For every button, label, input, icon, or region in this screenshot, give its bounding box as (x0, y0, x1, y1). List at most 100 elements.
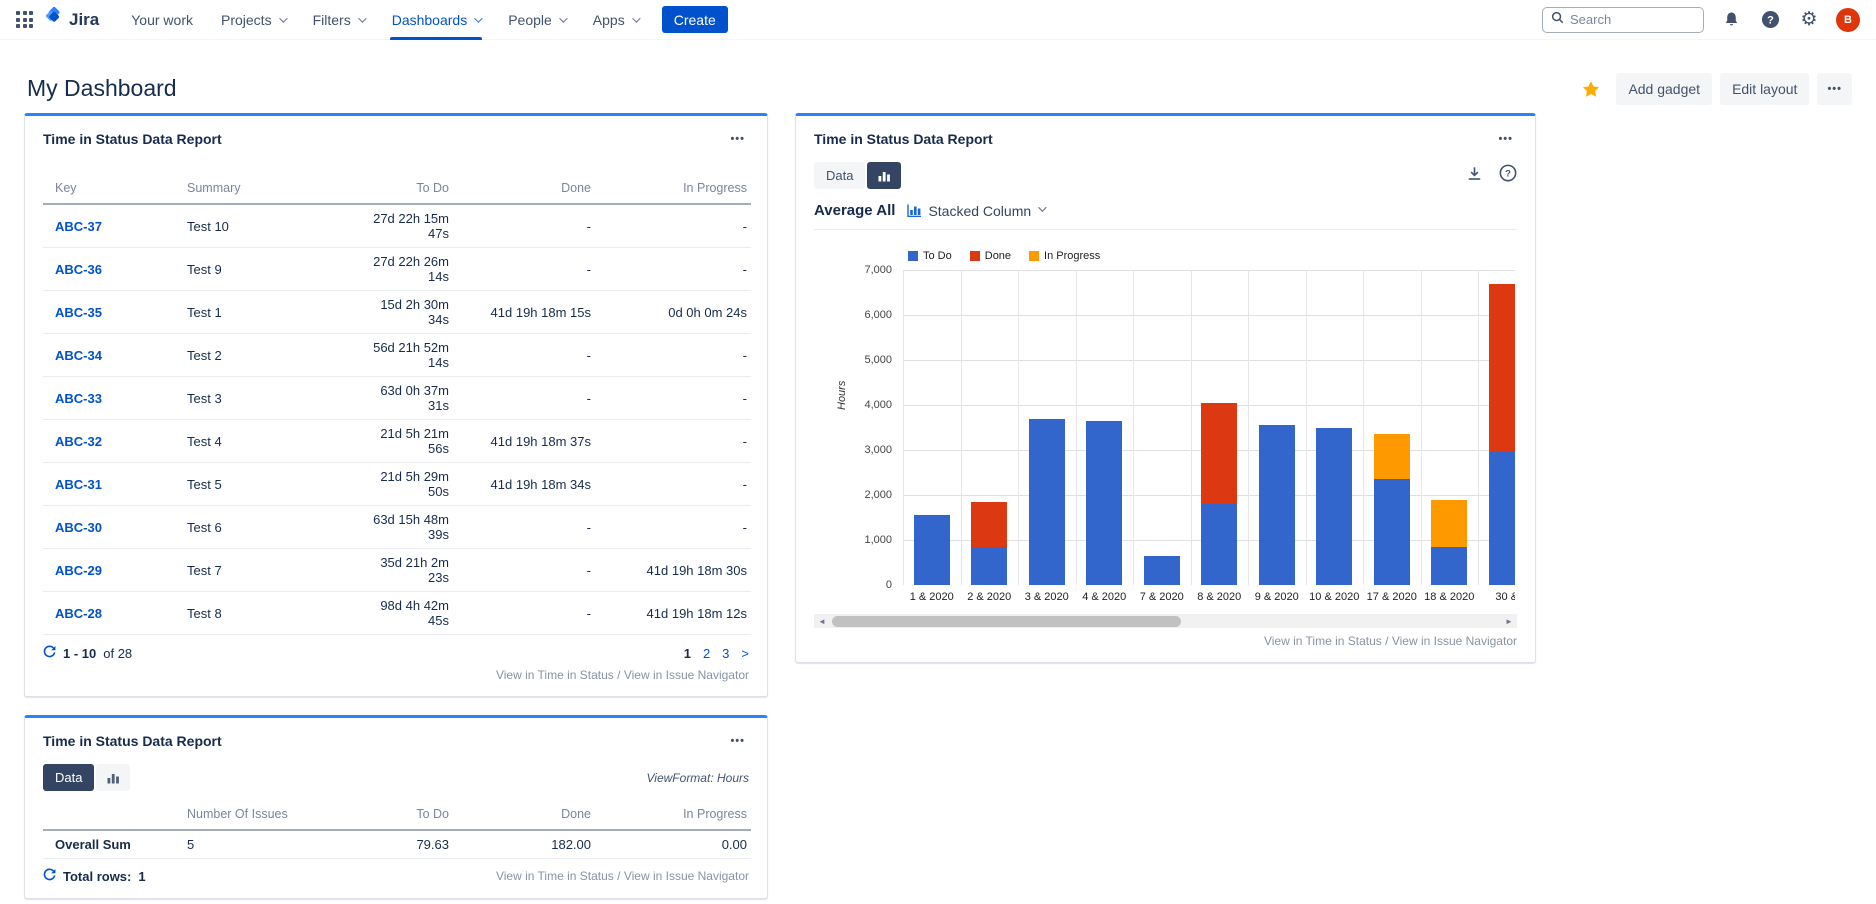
chart-view-toggle[interactable] (96, 764, 130, 791)
bar-segment[interactable] (971, 547, 1007, 585)
refresh-icon[interactable] (43, 868, 56, 884)
issue-key-link[interactable]: ABC-28 (55, 606, 102, 621)
bar-segment[interactable] (1029, 419, 1065, 586)
refresh-icon[interactable] (43, 645, 56, 661)
view-in-time-in-status-link[interactable]: View in Time in Status (1264, 634, 1382, 648)
summary-row: Overall Sum 5 79.63 182.00 0.00 (43, 830, 751, 859)
issue-key-link[interactable]: ABC-32 (55, 434, 102, 449)
view-in-issue-navigator-link[interactable]: View in Issue Navigator (624, 668, 749, 682)
legend-swatch (970, 251, 980, 261)
total-rows-value: 1 (138, 869, 145, 884)
bar-segment[interactable] (1316, 428, 1352, 586)
gadget-more-button[interactable]: ••• (726, 129, 749, 149)
edit-layout-button[interactable]: Edit layout (1720, 73, 1809, 105)
bar-segment[interactable] (1201, 504, 1237, 585)
top-navigation: Jira Your workProjectsFiltersDashboardsP… (0, 0, 1876, 40)
y-axis-tick-label: 4,000 (832, 399, 892, 411)
gridline (1191, 270, 1192, 585)
data-view-toggle[interactable]: Data (43, 764, 94, 791)
column-header-inprogress: In Progress (595, 175, 751, 204)
search-input[interactable] (1570, 12, 1680, 27)
chart-help-icon[interactable]: ? (1499, 164, 1517, 187)
svg-text:?: ? (1767, 14, 1774, 26)
jira-logo[interactable]: Jira (43, 7, 99, 33)
notifications-bell-icon[interactable] (1719, 8, 1743, 32)
table-row: ABC-28Test 898d 4h 42m 45s-41d 19h 18m 1… (43, 592, 751, 635)
x-axis-label: 9 & 2020 (1249, 591, 1305, 603)
view-in-issue-navigator-link[interactable]: View in Issue Navigator (1392, 634, 1517, 648)
y-axis-tick-label: 2,000 (832, 489, 892, 501)
app-switcher-icon[interactable] (16, 11, 33, 28)
nav-item-apps[interactable]: Apps (583, 0, 648, 40)
scroll-left-arrow[interactable]: ◄ (814, 614, 830, 628)
x-axis-label: 4 & 2020 (1076, 591, 1132, 603)
chevron-down-icon (279, 14, 287, 22)
chart-horizontal-scrollbar[interactable]: ◄ ► (814, 614, 1517, 628)
bar-segment[interactable] (914, 515, 950, 585)
nav-item-filters[interactable]: Filters (303, 0, 374, 40)
chart-type-dropdown[interactable]: Stacked Column (907, 203, 1044, 219)
bar-segment[interactable] (1431, 500, 1467, 547)
scroll-right-arrow[interactable]: ► (1501, 614, 1517, 628)
nav-item-dashboards[interactable]: Dashboards (382, 0, 491, 40)
settings-gear-icon[interactable]: ⚙ (1797, 8, 1821, 32)
gridline (903, 270, 1515, 271)
view-in-time-in-status-link[interactable]: View in Time in Status (496, 869, 614, 883)
create-button[interactable]: Create (662, 6, 728, 33)
page-number-link[interactable]: 3 (722, 646, 729, 661)
issue-key-link[interactable]: ABC-35 (55, 305, 102, 320)
search-box[interactable] (1542, 7, 1704, 33)
export-download-icon[interactable] (1466, 165, 1483, 187)
user-avatar[interactable]: B (1836, 8, 1860, 32)
data-view-toggle[interactable]: Data (814, 162, 865, 189)
bar-segment[interactable] (971, 502, 1007, 547)
issue-key-link[interactable]: ABC-33 (55, 391, 102, 406)
issue-key-link[interactable]: ABC-31 (55, 477, 102, 492)
gridline (1248, 270, 1249, 585)
legend-swatch (908, 251, 918, 261)
issue-key-link[interactable]: ABC-30 (55, 520, 102, 535)
gridline (1363, 270, 1364, 585)
page-number-link[interactable]: 2 (703, 646, 710, 661)
table-row: ABC-33Test 363d 0h 37m 31s-- (43, 377, 751, 420)
nav-menu: Your workProjectsFiltersDashboardsPeople… (117, 0, 651, 40)
chart-view-toggle[interactable] (867, 162, 901, 189)
page-number-current[interactable]: 1 (684, 646, 691, 661)
bar-segment[interactable] (1201, 403, 1237, 504)
bar-segment[interactable] (1489, 284, 1515, 453)
nav-item-your-work[interactable]: Your work (121, 0, 203, 40)
gadget-more-button[interactable]: ••• (1494, 129, 1517, 149)
bar-segment[interactable] (1489, 452, 1515, 585)
nav-item-projects[interactable]: Projects (211, 0, 295, 40)
scrollbar-thumb[interactable] (832, 616, 1181, 627)
gadget-more-button[interactable]: ••• (726, 731, 749, 751)
view-in-time-in-status-link[interactable]: View in Time in Status (496, 668, 614, 682)
column-header-done: Done (453, 801, 595, 830)
table-row: ABC-32Test 421d 5h 21m 56s41d 19h 18m 37… (43, 420, 751, 463)
scrollbar-track[interactable] (830, 614, 1501, 628)
bar-segment[interactable] (1431, 547, 1467, 585)
issue-key-link[interactable]: ABC-34 (55, 348, 102, 363)
bar-segment[interactable] (1374, 434, 1410, 479)
favorite-star-icon[interactable] (1582, 80, 1600, 98)
column-header-key: Key (43, 175, 183, 204)
bar-segment[interactable] (1374, 479, 1410, 585)
bar-segment[interactable] (1144, 556, 1180, 585)
jira-logo-text: Jira (69, 10, 99, 30)
issue-key-link[interactable]: ABC-36 (55, 262, 102, 277)
next-page-link[interactable]: > (741, 646, 749, 661)
help-icon[interactable]: ? (1758, 8, 1782, 32)
chevron-down-icon (358, 14, 366, 22)
x-axis-label: 17 & 2020 (1364, 591, 1420, 603)
nav-item-people[interactable]: People (498, 0, 575, 40)
view-in-issue-navigator-link[interactable]: View in Issue Navigator (624, 869, 749, 883)
issue-key-link[interactable]: ABC-29 (55, 563, 102, 578)
summary-inprogress-value: 0.00 (595, 830, 751, 859)
dashboard-more-button[interactable]: ••• (1817, 73, 1852, 105)
y-axis-ticks: 01,0002,0003,0004,0005,0006,0007,000 (814, 270, 896, 585)
bar-segment[interactable] (1259, 425, 1295, 585)
bar-segment[interactable] (1086, 421, 1122, 585)
view-format-label: ViewFormat: Hours (647, 771, 749, 785)
issue-key-link[interactable]: ABC-37 (55, 219, 102, 234)
add-gadget-button[interactable]: Add gadget (1616, 73, 1712, 105)
